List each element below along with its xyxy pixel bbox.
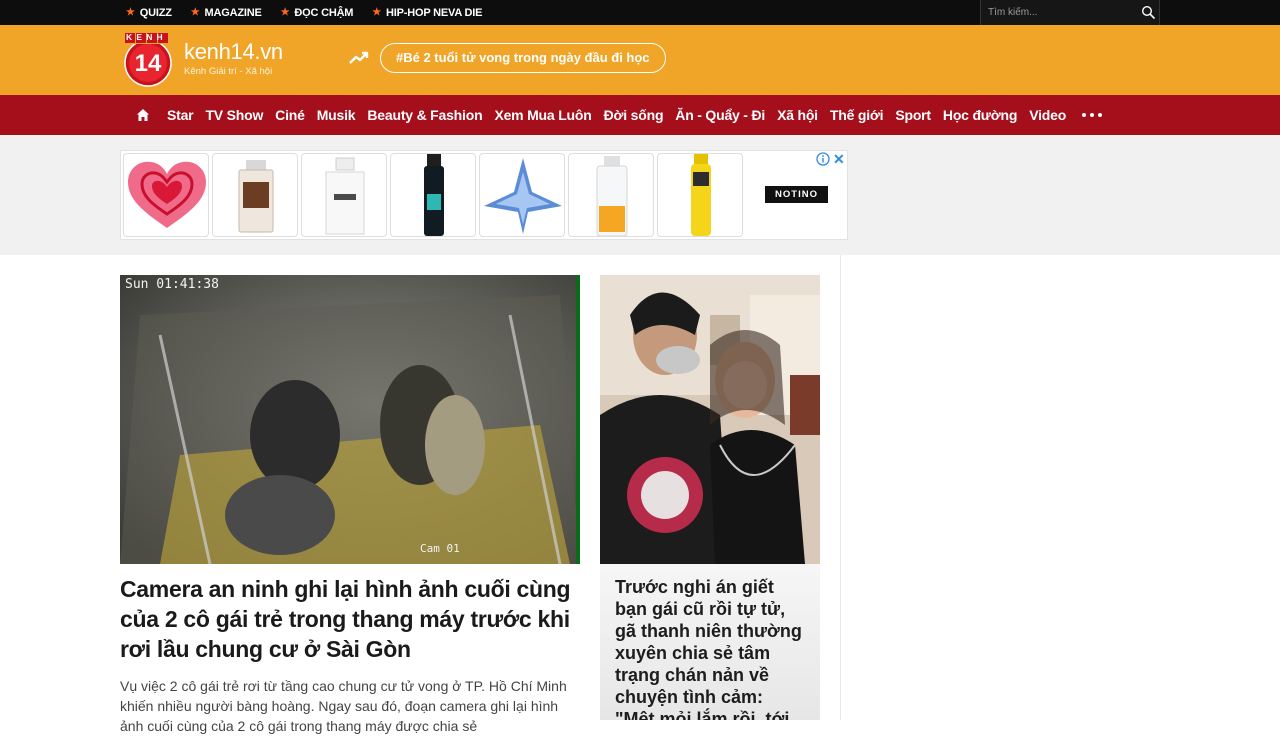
nav-items: Star TV Show Ciné Musik Beauty & Fashion… bbox=[136, 95, 1103, 135]
search-box bbox=[980, 0, 1160, 25]
ad-band: NOTINO ✕ bbox=[0, 135, 1280, 255]
nav-item-star[interactable]: Star bbox=[167, 107, 194, 123]
star-icon: ★ bbox=[126, 7, 135, 18]
search-icon[interactable] bbox=[1141, 5, 1155, 19]
side-article-title[interactable]: Trước nghi án giết bạn gái cũ rồi tự tử,… bbox=[615, 576, 807, 720]
logo-top-text: KENH bbox=[126, 32, 167, 42]
brand-tagline: Kênh Giải trí - Xã hội bbox=[184, 66, 273, 77]
nav-item-the-gioi[interactable]: Thế giới bbox=[830, 107, 884, 123]
dark-spray-icon bbox=[424, 154, 444, 236]
logo-number: 14 bbox=[134, 50, 162, 77]
top-link-quizz[interactable]: ★ QUIZZ bbox=[126, 7, 172, 19]
star-icon: ★ bbox=[280, 7, 290, 18]
nav-item-musik[interactable]: Musik bbox=[317, 107, 356, 123]
search-input[interactable] bbox=[981, 0, 1131, 25]
star-icon: ★ bbox=[372, 7, 382, 18]
top-link-doc-cham[interactable]: ★ ĐỌC CHẬM bbox=[281, 7, 354, 19]
amber-perfume-icon bbox=[238, 160, 274, 233]
nav-item-cine[interactable]: Ciné bbox=[275, 107, 305, 123]
brand-name[interactable]: kenh14.vn bbox=[184, 39, 283, 65]
trending-up-icon bbox=[349, 51, 369, 64]
top-link-hiphop[interactable]: ★ HIP-HOP NEVA DIE bbox=[372, 7, 482, 19]
white-perfume-icon bbox=[325, 157, 365, 235]
top-bar: ★ QUIZZ ★ MAGAZINE ★ ĐỌC CHẬM ★ HIP-HOP NEVA… bbox=[0, 0, 1280, 25]
site-header: KENH 14 kenh14.vn Kênh Giải trí - Xã hội… bbox=[0, 25, 1280, 95]
hero-article-image[interactable]: Sun 01:41:38 Cam 01 bbox=[120, 275, 580, 564]
top-link-label: HIP-HOP NEVA DIE bbox=[386, 6, 483, 19]
ad-brand-notino[interactable]: NOTINO bbox=[765, 186, 828, 203]
ad-product-sun-perfume[interactable] bbox=[568, 153, 654, 237]
main-nav: Star TV Show Ciné Musik Beauty & Fashion… bbox=[0, 95, 1280, 135]
nav-item-xem-mua-luon[interactable]: Xem Mua Luôn bbox=[494, 107, 591, 123]
nav-item-sport[interactable]: Sport bbox=[895, 107, 931, 123]
ad-product-blue-star-perfume[interactable] bbox=[479, 153, 565, 237]
sun-perfume-icon bbox=[596, 156, 628, 236]
top-link-label: MAGAZINE bbox=[204, 6, 262, 19]
top-link-label: QUIZZ bbox=[139, 6, 172, 19]
nav-item-video[interactable]: Video bbox=[1029, 107, 1066, 123]
ad-product-heart-perfume[interactable] bbox=[123, 153, 209, 237]
banner-ad[interactable]: NOTINO ✕ bbox=[120, 150, 848, 240]
ad-product-dark-spray[interactable] bbox=[390, 153, 476, 237]
couple-photo-image bbox=[600, 275, 820, 564]
yellow-spray-icon bbox=[691, 154, 711, 236]
blue-star-perfume-icon bbox=[484, 158, 562, 234]
top-link-magazine[interactable]: ★ MAGAZINE bbox=[191, 7, 262, 19]
top-links: ★ QUIZZ ★ MAGAZINE ★ ĐỌC CHẬM ★ HIP-HOP NEVA… bbox=[126, 0, 501, 25]
hero-article-sapo: Vụ việc 2 cô gái trẻ rơi từ tầng cao chu… bbox=[120, 678, 567, 734]
ad-product-white-perfume[interactable] bbox=[301, 153, 387, 237]
trending-hashtag[interactable]: #Bé 2 tuổi tử vong trong ngày đầu đi học bbox=[380, 43, 666, 73]
home-icon[interactable] bbox=[136, 108, 150, 122]
elevator-camera-image bbox=[120, 275, 580, 564]
nav-item-tv-show[interactable]: TV Show bbox=[205, 107, 263, 123]
nav-item-an-quay-di[interactable]: Ăn - Quẩy - Đi bbox=[675, 107, 765, 123]
camera-label: Cam 01 bbox=[420, 542, 460, 555]
heart-perfume-icon bbox=[128, 161, 206, 228]
ad-info-icon[interactable] bbox=[816, 152, 830, 166]
nav-item-doi-song[interactable]: Đời sống bbox=[604, 107, 664, 123]
nav-item-beauty-fashion[interactable]: Beauty & Fashion bbox=[367, 107, 482, 123]
nav-item-xa-hoi[interactable]: Xã hội bbox=[777, 107, 818, 123]
more-dots-icon[interactable] bbox=[1082, 113, 1103, 117]
star-icon: ★ bbox=[190, 7, 200, 18]
nav-item-hoc-duong[interactable]: Học đường bbox=[943, 107, 1017, 123]
sidebar-divider bbox=[840, 255, 841, 720]
top-link-label: ĐỌC CHẬM bbox=[294, 6, 354, 19]
side-article-card[interactable]: Trước nghi án giết bạn gái cũ rồi tự tử,… bbox=[600, 275, 820, 720]
camera-timestamp: Sun 01:41:38 bbox=[125, 277, 219, 292]
hero-article-title[interactable]: Camera an ninh ghi lại hình ảnh cuối cùn… bbox=[120, 574, 580, 664]
ad-product-amber-perfume[interactable] bbox=[212, 153, 298, 237]
close-icon[interactable]: ✕ bbox=[833, 151, 845, 168]
ad-product-yellow-spray[interactable] bbox=[657, 153, 743, 237]
